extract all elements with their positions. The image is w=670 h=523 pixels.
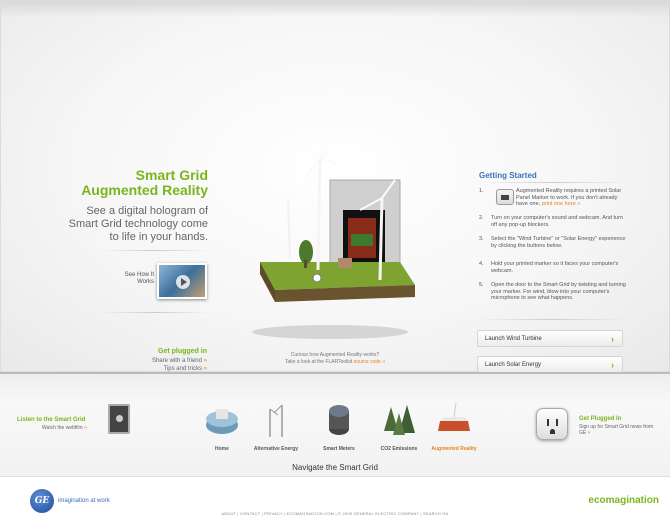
solar-panel [351,234,373,246]
divider [477,319,627,320]
nav-label[interactable]: CO2 Emissions [373,446,425,452]
arrow-icon: » [587,430,591,436]
augmented-reality-icon[interactable] [436,402,472,437]
wind-turbine-tower-right [378,197,384,281]
wind-turbine-blade [304,157,321,179]
nav-label[interactable]: Home [196,446,248,452]
chevron-right-icon: › [611,360,614,370]
arrow-icon: » [382,359,386,365]
home-icon[interactable] [204,403,240,437]
step-text: Turn on your computer's sound and webcam… [491,215,624,228]
divider [100,312,210,313]
caption-line2: Take a look at the FLARToolkit [284,359,353,365]
signup-text[interactable]: Sign up for Smart Grid news from GE » [579,424,659,436]
wind-turbine-blade [287,191,299,203]
launch-wind-turbine-button[interactable]: Launch Wind Turbine › [477,330,623,347]
get-plugged-in-right-title[interactable]: Get Plugged In [579,416,621,422]
nav-item-home[interactable]: Home [196,403,248,452]
get-plugged-in-title[interactable]: Get plugged in [158,348,207,355]
source-code-link[interactable]: source code [354,359,381,365]
arrow-icon: » [84,425,87,431]
step-number: 1. [479,188,484,194]
source-code-caption: Curious how Augmented Reality works? Tak… [270,352,400,366]
watch-webfilm-label[interactable]: Watch the webfilm [42,425,83,431]
launch-solar-energy-button[interactable]: Launch Solar Energy › [477,356,623,373]
step-number: 5. [479,282,484,288]
navigate-label: Navigate the Smart Grid [292,463,378,472]
nav-label[interactable]: Alternative Energy [250,446,302,452]
launch-wind-label: Launch Wind Turbine [485,336,542,342]
nav-item-smart-meters[interactable]: Smart Meters [313,403,365,452]
arrow-icon: » [203,358,207,364]
divider [477,182,627,183]
step-number: 2. [479,215,484,221]
share-link[interactable]: Share with a friend » [152,358,207,364]
play-icon[interactable] [176,275,190,289]
print-marker-link[interactable]: print one here [542,201,576,207]
trees-icon[interactable] [381,403,417,437]
nav-item-co2-emissions[interactable]: CO2 Emissions [373,403,425,452]
step-text: Open the door to the Smart Grid by twist… [491,282,626,301]
chevron-right-icon: › [611,334,614,344]
hologram-shadow [252,325,408,339]
getting-started-title: Getting Started [479,171,537,180]
nav-label-active[interactable]: Augmented Reality [428,446,480,452]
share-link-label[interactable]: Share with a friend [152,358,202,364]
ge-logo[interactable]: GE [30,489,54,513]
video-thumbnail[interactable] [157,263,207,299]
outlet-slot [556,419,558,426]
step-number: 4. [479,261,484,267]
watch-webfilm-link[interactable]: Watch the webfilm » [42,425,87,431]
imagination-at-work-tagline: imagination at work [58,498,110,504]
footer-links[interactable]: ABOUT | CONTACT | PRIVACY | ECOMAGINATIO… [0,511,670,516]
nav-item-augmented-reality[interactable]: Augmented Reality [428,402,480,452]
arrow-icon: » [577,201,581,207]
tree-trunk [304,260,307,268]
hero-title-line2: Augmented Reality [81,182,208,198]
wind-turbine-blade [319,150,329,159]
outlet-ground [550,429,555,434]
outlet-icon [312,273,322,283]
hero-title: Smart Grid Augmented Reality [81,168,208,198]
divider [100,250,210,251]
nav-item-alternative-energy[interactable]: Alternative Energy [250,403,302,452]
augmented-reality-hologram [252,150,415,339]
step-text: Hold your printed marker so it faces you… [491,261,619,274]
nav-label[interactable]: Smart Meters [313,446,365,452]
meter-icon[interactable] [321,403,357,437]
wind-turbine-tower-small [287,201,291,259]
wind-turbine-blade [319,157,341,167]
wind-turbine-tower [316,157,322,271]
outlet-slot [547,419,549,426]
step-1: 1. Augmented Reality requires a printed … [479,188,629,210]
hero-description: See a digital hologram of Smart Grid tec… [68,205,208,243]
caption-line1: Curious how Augmented Reality works? [290,352,380,358]
top-shadow [1,1,670,17]
ecomagination-logo[interactable]: ecomagination [588,495,659,506]
hero-title-line1: Smart Grid [135,167,208,183]
house [338,258,352,268]
wind-turbine-icon[interactable] [258,403,294,437]
wind-turbine-blade [275,193,289,203]
outlet-icon[interactable] [536,408,568,440]
step-text: Select the "Wind Turbine" or "Solar Ener… [491,236,626,249]
step-number: 3. [479,236,484,242]
launch-solar-label: Launch Solar Energy [485,362,542,368]
speaker-icon[interactable] [108,404,130,434]
see-how-label[interactable]: See How It Works [114,272,154,286]
grass-top [260,262,415,290]
listen-title[interactable]: Listen to the Smart Grid [17,417,85,423]
